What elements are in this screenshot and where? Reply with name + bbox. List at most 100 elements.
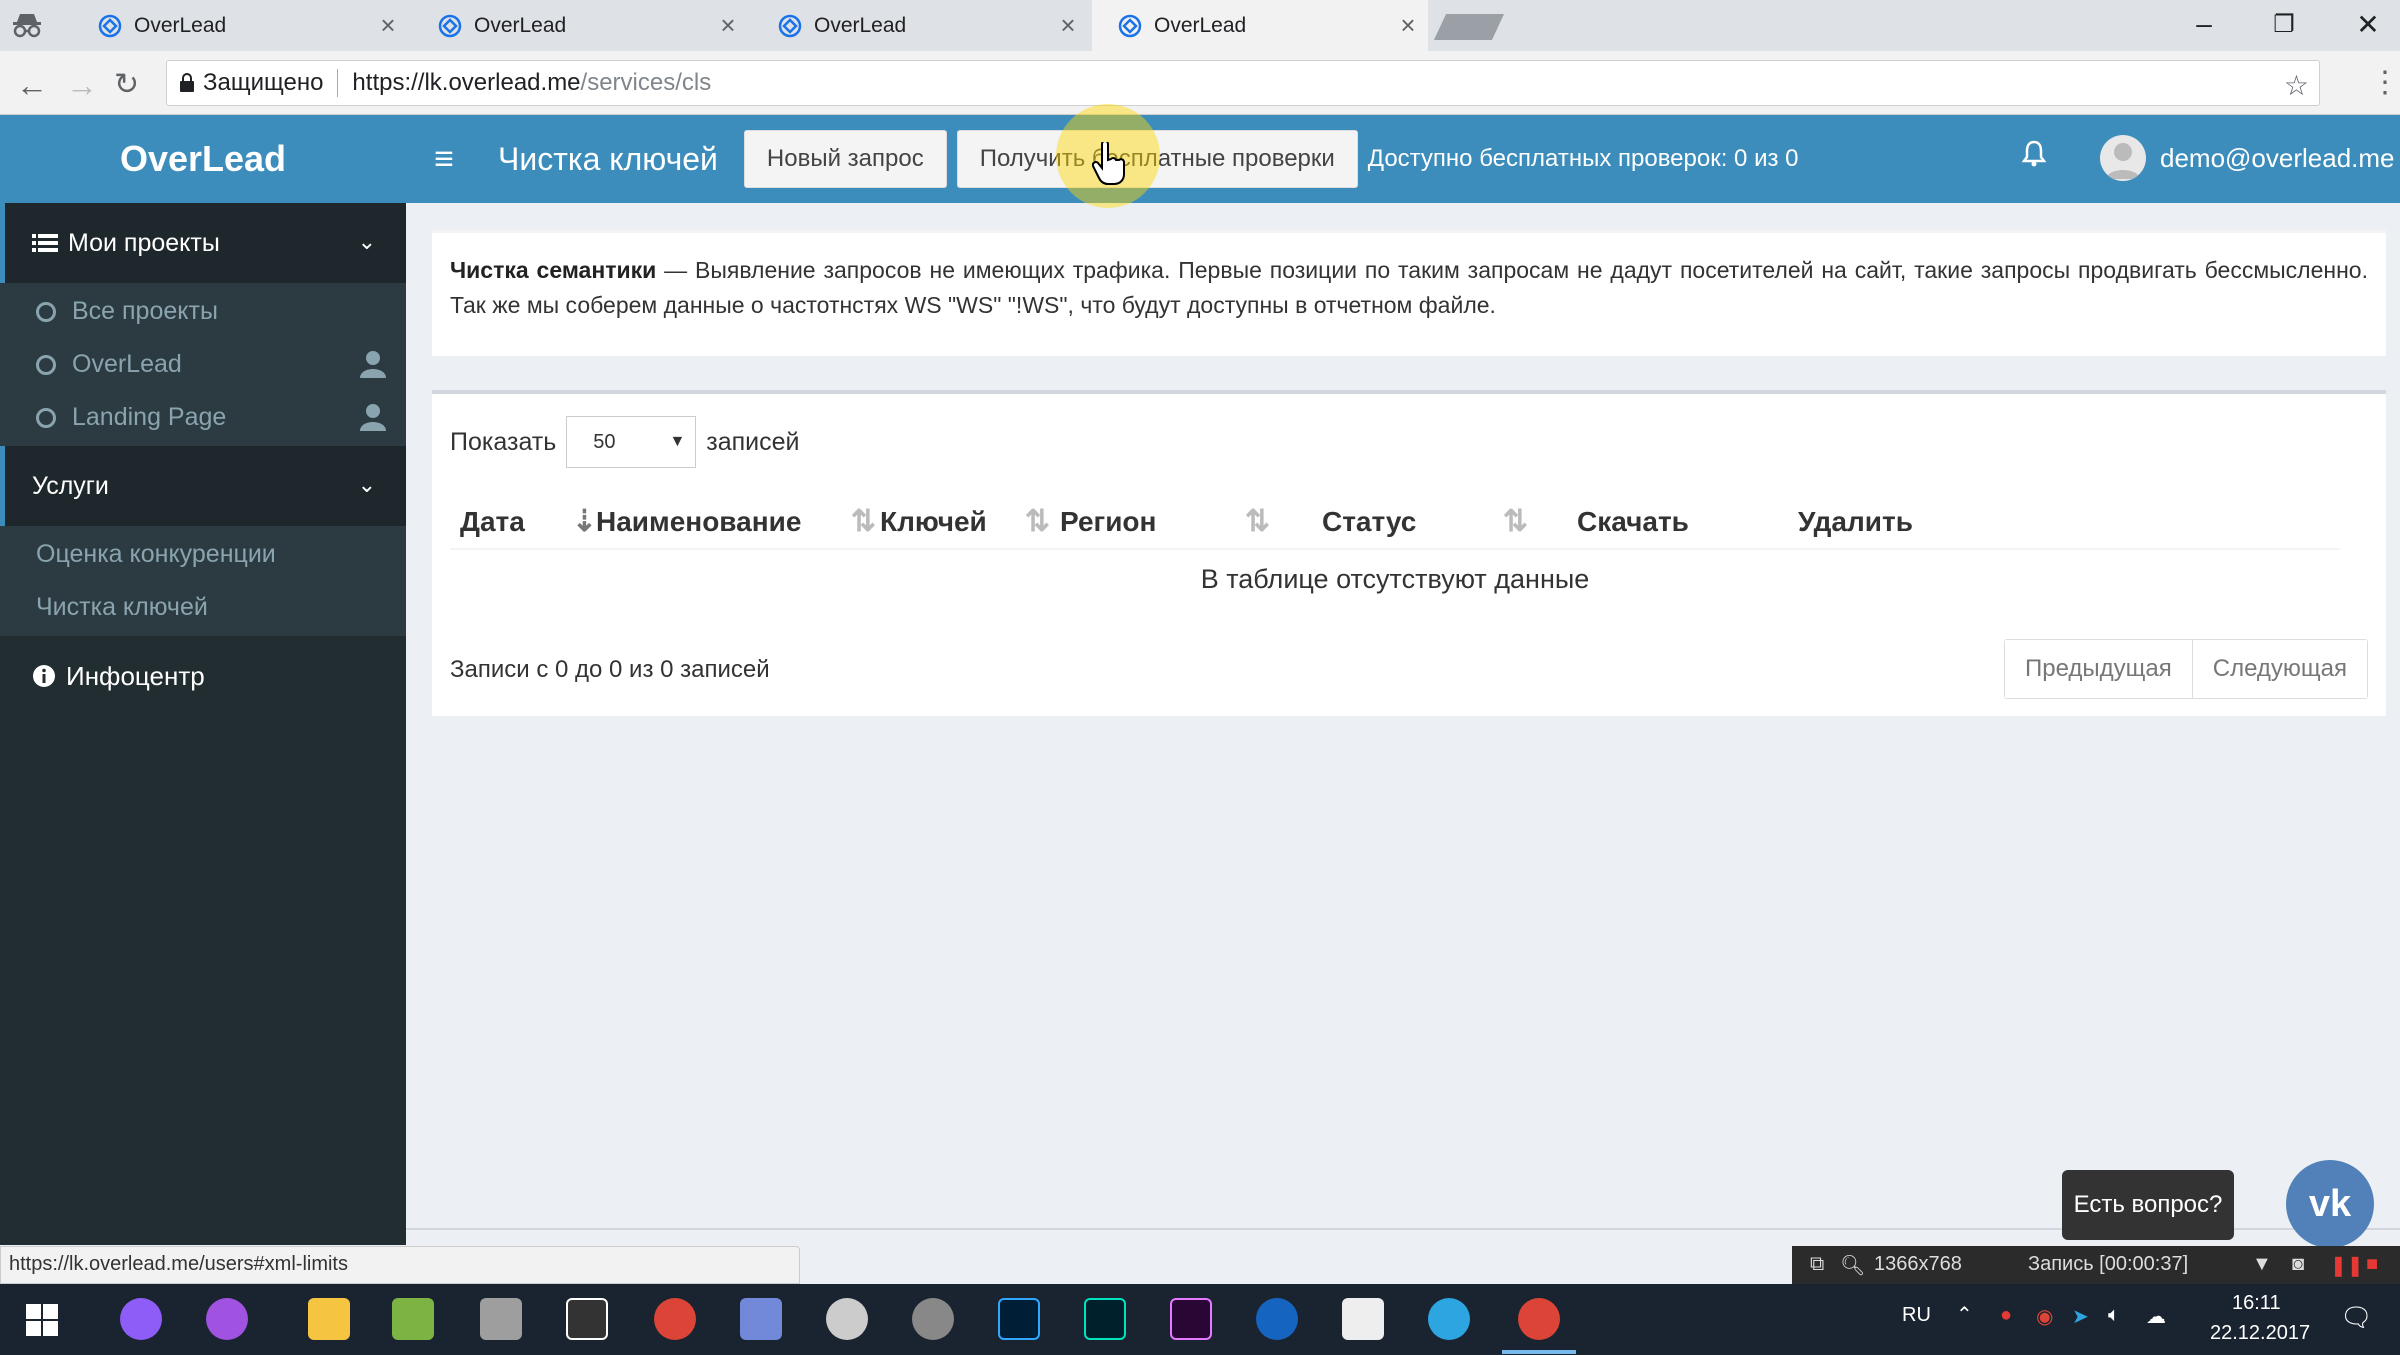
tab-title: OverLead [1154, 13, 1247, 37]
overlead-favicon-icon [778, 14, 802, 38]
ccleaner-icon[interactable] [826, 1298, 868, 1340]
tray-telegram-icon[interactable]: ➤ [2072, 1304, 2089, 1329]
sidebar-item-competition[interactable]: Оценка конкуренции [0, 528, 406, 581]
browser-tab-1[interactable]: OverLead × [72, 0, 408, 51]
recorder-stop-icon[interactable]: ■ [2366, 1253, 2378, 1276]
sidebar-my-projects[interactable]: Мои проекты ⌄ [0, 203, 406, 283]
brand-logo[interactable]: OverLead [0, 115, 406, 203]
table-info: Записи с 0 до 0 из 0 записей [450, 656, 770, 683]
browser-tab-3[interactable]: OverLead × [752, 0, 1088, 51]
chrome-menu-icon[interactable]: ⋮ [2370, 65, 2400, 100]
pagination: Предыдущая Следующая [2003, 639, 2368, 699]
vk-chat-icon[interactable]: vk [2286, 1160, 2374, 1248]
discord-icon[interactable] [740, 1298, 782, 1340]
reload-icon[interactable]: ↻ [114, 67, 139, 102]
notifications-bell-icon[interactable] [2022, 139, 2046, 167]
table-header: Дата ⇣ Наименование ⇅ Ключей ⇅ Регион ⇅ … [450, 494, 2340, 550]
photoshop-icon[interactable] [998, 1298, 1040, 1340]
sidebar-item-overlead[interactable]: OverLead [0, 338, 406, 391]
tray-record-icon[interactable]: ● [2000, 1304, 2012, 1327]
chat-question-bubble[interactable]: Есть вопрос? [2062, 1170, 2234, 1240]
column-region[interactable]: Регион ⇅ [1060, 494, 1270, 550]
column-keys[interactable]: Ключей ⇅ [880, 494, 1050, 550]
sidebar-item-key-cleaning[interactable]: Чистка ключей [0, 581, 406, 634]
chevron-down-icon: ⌄ [357, 472, 376, 497]
back-icon[interactable]: ← [16, 67, 48, 104]
recorder-dropdown-icon[interactable]: ▼ [2252, 1253, 2272, 1276]
column-status[interactable]: Статус ⇅ [1322, 494, 1528, 550]
obs-icon[interactable] [912, 1298, 954, 1340]
chrome-active-icon[interactable] [1518, 1298, 1560, 1340]
user-avatar[interactable] [2100, 135, 2146, 181]
tab-close-icon[interactable]: × [1048, 10, 1088, 41]
circle-icon [36, 354, 56, 375]
column-header-label: Регион [1060, 506, 1157, 537]
window-close-icon[interactable]: ✕ [2338, 8, 2398, 41]
restore-icon[interactable]: ❐ [2254, 10, 2314, 39]
premiere-icon[interactable] [1170, 1298, 1212, 1340]
tab-close-icon[interactable]: × [368, 10, 408, 41]
url-path: /services/cls [580, 69, 712, 96]
user-email[interactable]: demo@overlead.me [2160, 143, 2395, 174]
page-length-select[interactable]: 50 ▼ [566, 416, 697, 468]
sidebar-item-landing-page[interactable]: Landing Page [0, 391, 406, 444]
column-name[interactable]: Наименование ⇅ [596, 494, 876, 550]
sidebar-item-all-projects[interactable]: Все проекты [0, 285, 406, 338]
audition-icon[interactable] [1084, 1298, 1126, 1340]
notepad-icon[interactable] [392, 1298, 434, 1340]
sidebar-item-label: Landing Page [72, 403, 227, 431]
fox-app-icon[interactable] [566, 1298, 608, 1340]
column-header-label: Дата [460, 506, 525, 537]
egg-app-icon[interactable] [1256, 1298, 1298, 1340]
column-header-label: Наименование [596, 506, 802, 537]
forward-icon[interactable]: → [66, 67, 98, 104]
active-app-indicator [1502, 1350, 1576, 1354]
tray-chevron-up-icon[interactable]: ⌃ [1956, 1302, 1973, 1327]
select-arrow-icon: ▼ [669, 433, 686, 450]
service-description: Чистка семантики — Выявление запросов не… [432, 230, 2386, 356]
language-indicator[interactable]: RU [1902, 1304, 1931, 1327]
recorder-zoom-icon[interactable]: 🔍︎ [1840, 1253, 1865, 1278]
sidebar-services[interactable]: Услуги ⌄ [0, 446, 406, 526]
clock-time[interactable]: 16:11 [2232, 1292, 2281, 1315]
clock-date[interactable]: 22.12.2017 [2210, 1322, 2310, 1345]
sidebar-toggle-icon[interactable]: ≡ [406, 140, 482, 179]
store-icon[interactable] [480, 1298, 522, 1340]
recorder-window-icon[interactable]: ⧉ [1810, 1253, 1824, 1276]
next-page-button[interactable]: Следующая [2191, 640, 2367, 698]
microphone-icon[interactable] [206, 1298, 248, 1340]
recorder-camera-icon[interactable]: ◙ [2292, 1253, 2304, 1276]
windows-taskbar: RU ⌃ ● ◉ ➤ 🔈︎ ☁︎ 16:11 22.12.2017 🗨︎ [0, 1284, 2400, 1355]
projects-submenu: Все проекты OverLead Landing Page [0, 283, 406, 446]
new-request-button[interactable]: Новый запрос [743, 130, 947, 188]
bookmark-star-icon[interactable]: ☆ [2284, 69, 2309, 102]
telegram-icon[interactable] [1428, 1298, 1470, 1340]
tab-title: OverLead [134, 13, 227, 37]
action-center-icon[interactable]: 🗨︎ [2340, 1302, 2373, 1333]
page-length-value: 50 [593, 430, 616, 453]
prev-page-button[interactable]: Предыдущая [2004, 640, 2192, 698]
volume-icon[interactable]: 🔈︎ [2108, 1304, 2120, 1327]
network-icon[interactable]: ☁︎ [2146, 1304, 2166, 1329]
lock-icon [179, 73, 195, 93]
tray-chrome-icon[interactable]: ◉ [2036, 1304, 2053, 1329]
file-explorer-icon[interactable] [308, 1298, 350, 1340]
browser-tab-2[interactable]: OverLead × [412, 0, 748, 51]
chrome-icon[interactable] [654, 1298, 696, 1340]
recorder-pause-icon[interactable]: ❚❚ [2330, 1253, 2364, 1278]
recorder-resolution: 1366x768 [1874, 1253, 1962, 1275]
windows-start-icon[interactable] [26, 1304, 58, 1336]
incognito-icon [12, 12, 42, 38]
browser-tab-4-active[interactable]: OverLead × [1092, 0, 1428, 51]
column-date[interactable]: Дата ⇣ [460, 494, 597, 550]
tab-close-icon[interactable]: × [1388, 10, 1428, 41]
column-header-label: Ключей [880, 506, 987, 537]
alice-icon[interactable] [120, 1298, 162, 1340]
calculator-icon[interactable] [1342, 1298, 1384, 1340]
new-tab-button[interactable] [1433, 14, 1505, 40]
column-header-label: Статус [1322, 506, 1417, 537]
tab-close-icon[interactable]: × [708, 10, 748, 41]
url-input[interactable]: Защищено https://lk.overlead.me /service… [166, 60, 2320, 106]
sidebar-item-infocenter[interactable]: Инфоцентр [0, 636, 406, 716]
minimize-icon[interactable]: – [2174, 8, 2234, 40]
